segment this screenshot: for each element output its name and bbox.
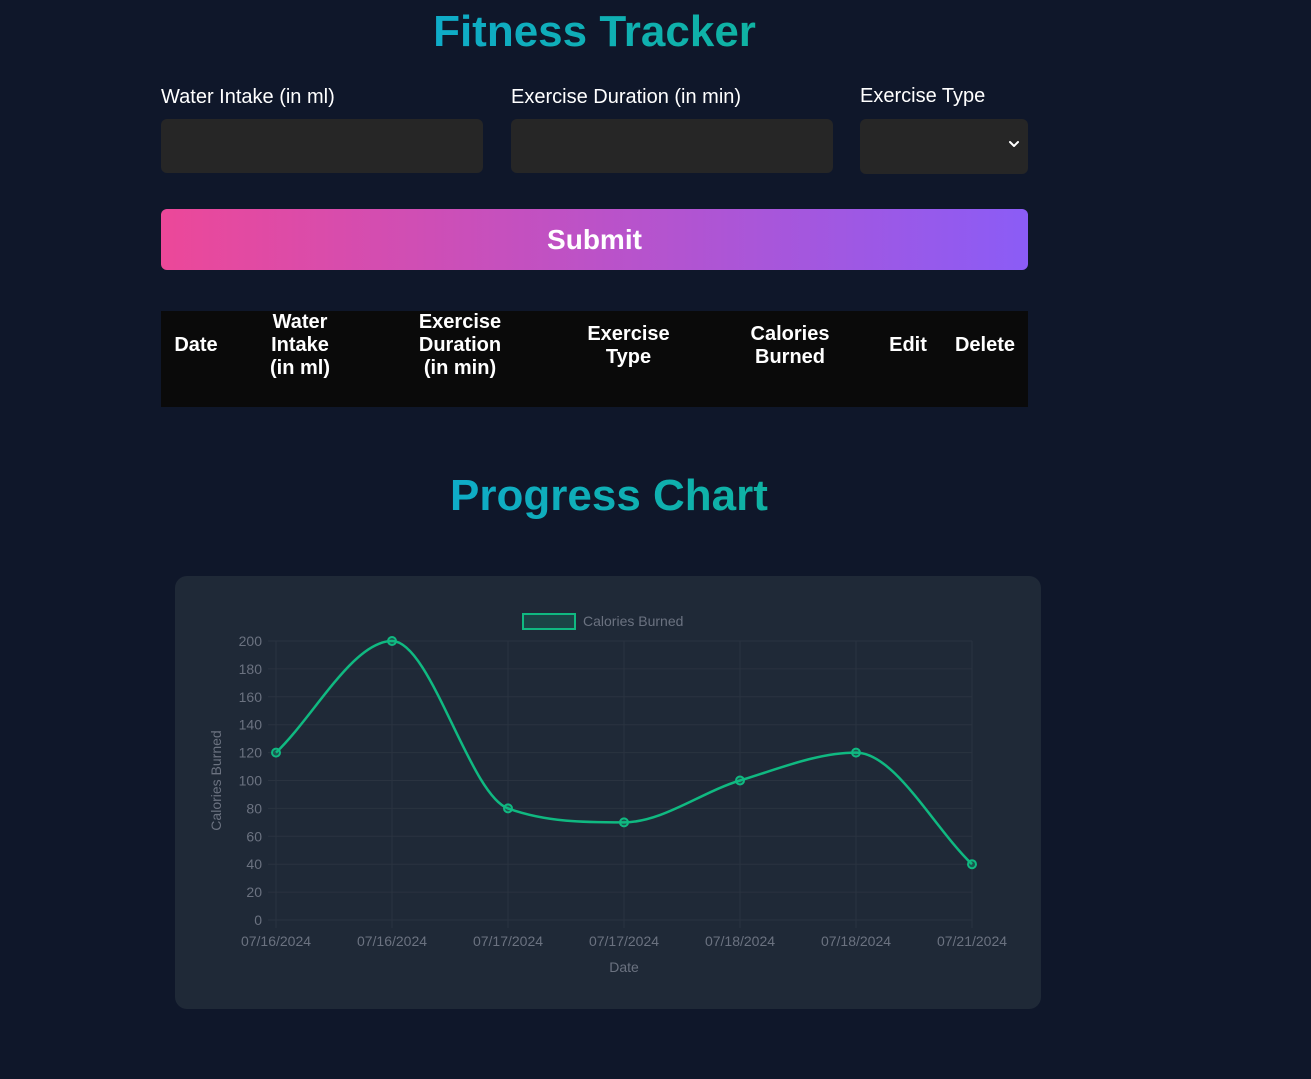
x-tick-label: 07/16/2024 [241,933,311,949]
y-tick-label: 20 [246,884,262,900]
column-header-calories-burned: Calories Burned [706,311,874,380]
entries-table-body [161,380,1028,407]
chart-card: 0 20 40 60 80 100 120 140 160 180 200 07/16/2024 07/… [175,576,1041,1009]
exercise-duration-label: Exercise Duration (in min) [511,86,742,108]
column-header-exercise-duration: Exercise Duration (in min) [369,311,551,380]
y-tick-label: 140 [239,717,263,733]
column-header-edit: Edit [889,334,927,356]
legend-swatch [522,613,576,630]
water-intake-label: Water Intake (in ml) [161,86,335,108]
y-tick-label: 80 [246,800,262,816]
submit-button[interactable]: Submit [161,209,1028,270]
column-header-exercise-type-text: Exercise Type [587,322,670,368]
column-header-delete: Delete [954,334,1016,356]
x-tick-label: 07/21/2024 [937,933,1007,949]
y-tick-label: 40 [246,856,262,872]
y-tick-label: 120 [239,745,263,761]
y-tick-label: 180 [239,661,263,677]
data-point [387,636,397,646]
x-tick-label: 07/17/2024 [473,933,543,949]
x-tick-label: 07/16/2024 [357,933,427,949]
progress-line-chart: 0 20 40 60 80 100 120 140 160 180 200 07/16/2024 07/… [208,613,1007,975]
y-tick-label: 200 [239,633,263,649]
column-header-water-intake-text: Water Intake (in ml) [270,311,330,379]
table-header-row: Date Water Intake (in ml) Exercise Durat… [161,311,1028,380]
y-tick-label: 0 [254,912,262,928]
entries-table: Date Water Intake (in ml) Exercise Durat… [161,311,1028,407]
water-intake-input[interactable] [161,119,483,173]
x-tick-label: 07/18/2024 [705,933,775,949]
column-header-water-intake: Water Intake (in ml) [231,311,369,380]
x-tick-label: 07/18/2024 [821,933,891,949]
data-point [271,747,281,758]
app-title: Fitness Tracker [161,6,1028,58]
y-tick-label: 100 [239,773,263,789]
data-point [619,817,629,828]
exercise-type-select[interactable] [860,119,1028,174]
exercise-type-label: Exercise Type [860,85,986,107]
y-tick-label: 60 [246,828,262,844]
data-point [735,775,745,786]
data-point [503,803,513,814]
y-axis-title: Calories Burned [208,730,224,830]
progress-chart-title: Progress Chart [161,470,1057,522]
column-header-exercise-duration-text: Exercise Duration (in min) [418,311,502,379]
y-tick-label: 160 [239,689,263,705]
column-header-date: Date [174,334,218,356]
data-point [967,859,977,870]
data-point [851,747,861,758]
exercise-duration-input[interactable] [511,119,833,173]
x-tick-label: 07/17/2024 [589,933,659,949]
column-header-calories-burned-text: Calories Burned [750,322,830,368]
legend-label: Calories Burned [583,613,683,629]
column-header-exercise-type: Exercise Type [551,311,706,380]
chevron-down-icon [1009,141,1019,147]
x-axis-title: Date [609,959,639,975]
